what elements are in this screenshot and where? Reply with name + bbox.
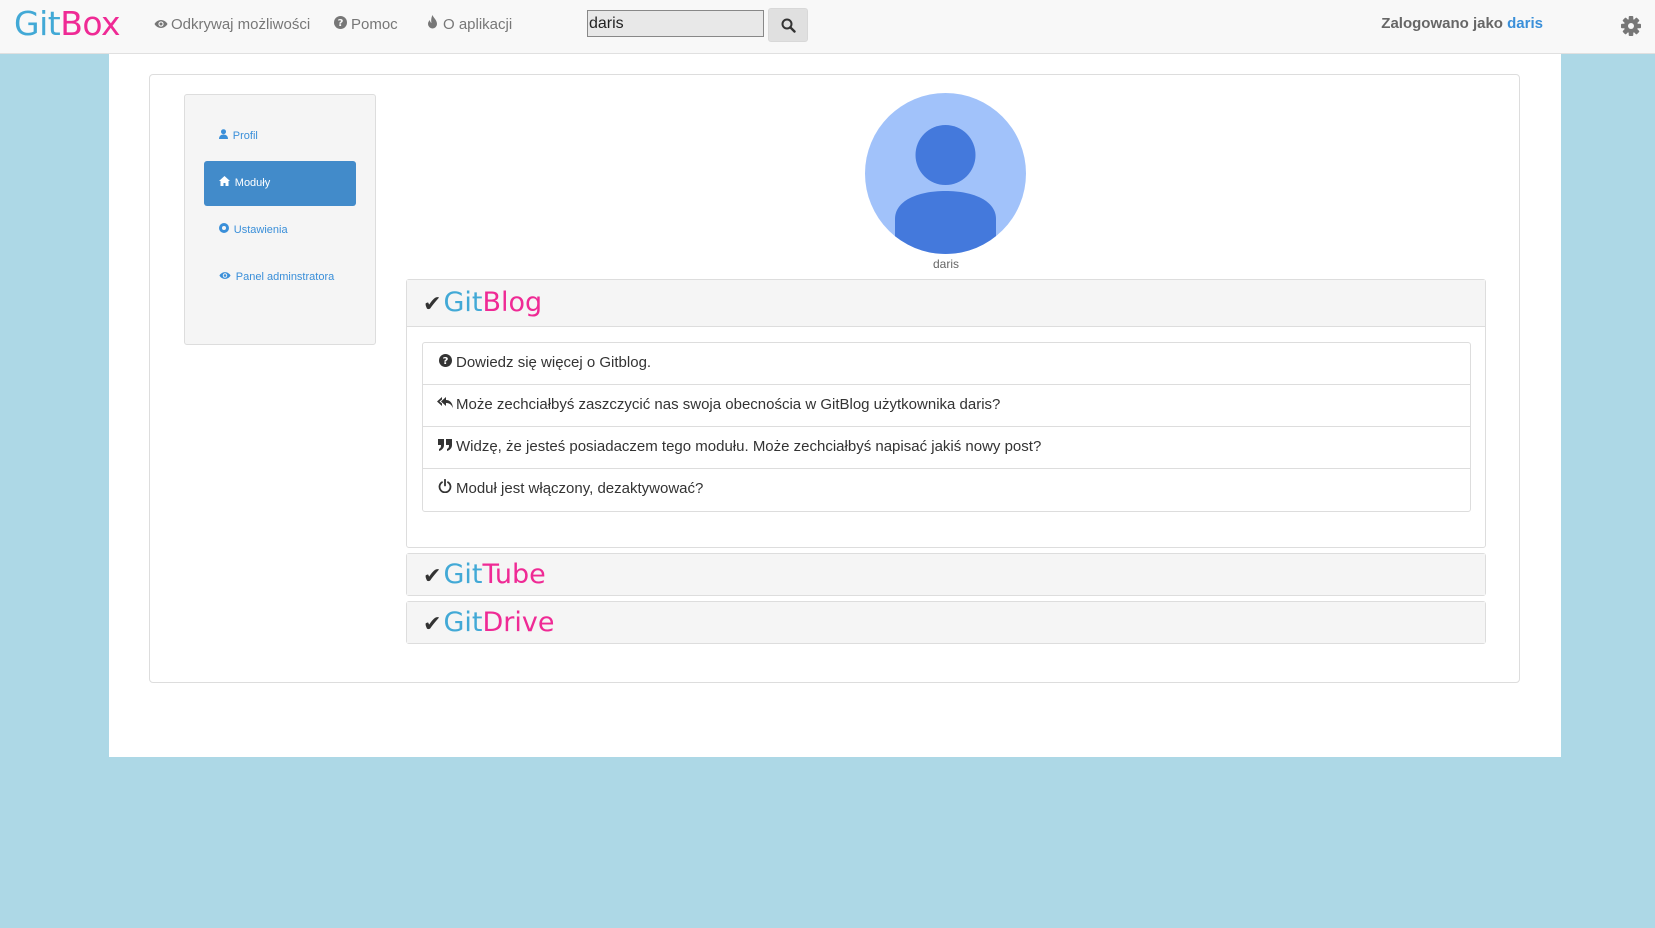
login-status: Zalogowano jako daris <box>1381 15 1543 32</box>
list-item-text: Może zechciałbyś zaszczycić nas swoja ob… <box>456 396 1001 413</box>
sidebar-item-label: Moduły <box>234 177 271 189</box>
brand-part-git: Git <box>14 4 61 43</box>
question-circle-icon: ? <box>437 343 453 383</box>
module-title: ✔GitBlog <box>423 287 542 321</box>
svg-text:?: ? <box>338 18 344 29</box>
module-title-part2: Drive <box>482 607 555 638</box>
list-item-text: Widzę, że jesteś posiadaczem tego modułu… <box>456 438 1042 455</box>
search-button[interactable] <box>768 8 808 42</box>
sidebar-item-admin-panel[interactable]: Panel adminstratora <box>204 265 344 290</box>
nav-link-help[interactable]: ? Pomoc <box>333 14 398 36</box>
sidebar-item-label: Ustawienia <box>233 224 288 236</box>
quote-icon <box>437 427 453 467</box>
module-title-part1: Git <box>443 607 483 638</box>
module-title: ✔GitTube <box>423 559 546 593</box>
check-icon: ✔ <box>423 612 442 637</box>
list-item-visit-blog[interactable]: Może zechciałbyś zaszczycić nas swoja ob… <box>423 385 1470 427</box>
gear-icon[interactable] <box>1620 15 1642 37</box>
question-circle-icon: ? <box>333 14 348 36</box>
user-link[interactable]: daris <box>1507 15 1543 32</box>
nav-link-about[interactable]: O aplikacji <box>425 14 512 36</box>
list-item-toggle-module[interactable]: Moduł jest włączony, dezaktywować? <box>423 469 1470 511</box>
power-icon <box>437 469 453 509</box>
navbar: GitBox Odkrywaj możliwości ? Pomoc O apl… <box>0 0 1655 54</box>
module-title-part1: Git <box>443 287 483 318</box>
check-icon: ✔ <box>423 564 442 589</box>
module-panel-gittube: ✔GitTube <box>406 553 1486 596</box>
nav-link-label: Odkrywaj możliwości <box>171 16 311 33</box>
user-icon <box>219 129 231 142</box>
module-title: ✔GitDrive <box>423 607 554 641</box>
brand-logo[interactable]: GitBox <box>14 3 121 45</box>
sidebar-item-label: Panel adminstratora <box>235 271 335 283</box>
svg-text:?: ? <box>442 356 448 367</box>
module-header-gitblog[interactable]: ✔GitBlog <box>407 280 1485 327</box>
module-title-part2: Tube <box>482 559 546 590</box>
home-icon <box>219 176 233 189</box>
list-item-text: Dowiedz się więcej o Gitblog. <box>456 354 652 371</box>
search-input[interactable] <box>587 10 764 37</box>
list-item-learn-more[interactable]: ? Dowiedz się więcej o Gitblog. <box>423 343 1470 385</box>
module-panel-gitblog: ✔GitBlog ? Dowiedz się więcej o Gitblog.… <box>406 279 1486 548</box>
nav-link-label: O aplikacji <box>443 16 513 33</box>
nav-link-label: Pomoc <box>351 16 398 33</box>
eye-icon <box>219 272 234 283</box>
module-action-list: ? Dowiedz się więcej o Gitblog. Może zec… <box>422 342 1471 512</box>
module-title-part1: Git <box>443 559 483 590</box>
brand-part-box: Box <box>60 4 121 43</box>
module-header-gittube[interactable]: ✔GitTube <box>407 554 1485 595</box>
list-item-text: Moduł jest włączony, dezaktywować? <box>456 480 704 497</box>
module-header-gitdrive[interactable]: ✔GitDrive <box>407 602 1485 643</box>
sidebar-item-profile[interactable]: Profil <box>204 124 356 149</box>
sidebar-item-label: Profil <box>232 130 258 142</box>
fire-icon <box>425 14 440 36</box>
avatar <box>865 93 1026 254</box>
eye-icon <box>153 14 168 36</box>
profile-username: daris <box>932 257 959 271</box>
reply-all-icon <box>437 385 453 425</box>
search-icon <box>781 18 796 33</box>
sidebar-item-settings[interactable]: Ustawienia <box>204 218 356 243</box>
nav-link-discover[interactable]: Odkrywaj możliwości <box>153 14 310 36</box>
module-title-part2: Blog <box>482 287 543 318</box>
sidebar-item-modules[interactable]: Moduły <box>204 161 356 206</box>
module-panel-gitdrive: ✔GitDrive <box>406 601 1486 644</box>
settings-circle-icon <box>219 223 232 236</box>
list-item-new-post[interactable]: Widzę, że jesteś posiadaczem tego modułu… <box>423 427 1470 469</box>
check-icon: ✔ <box>423 292 442 317</box>
sidebar: Profil Moduły Ustawienia Panel adminstra… <box>184 94 376 345</box>
login-prefix: Zalogowano jako <box>1381 15 1508 32</box>
